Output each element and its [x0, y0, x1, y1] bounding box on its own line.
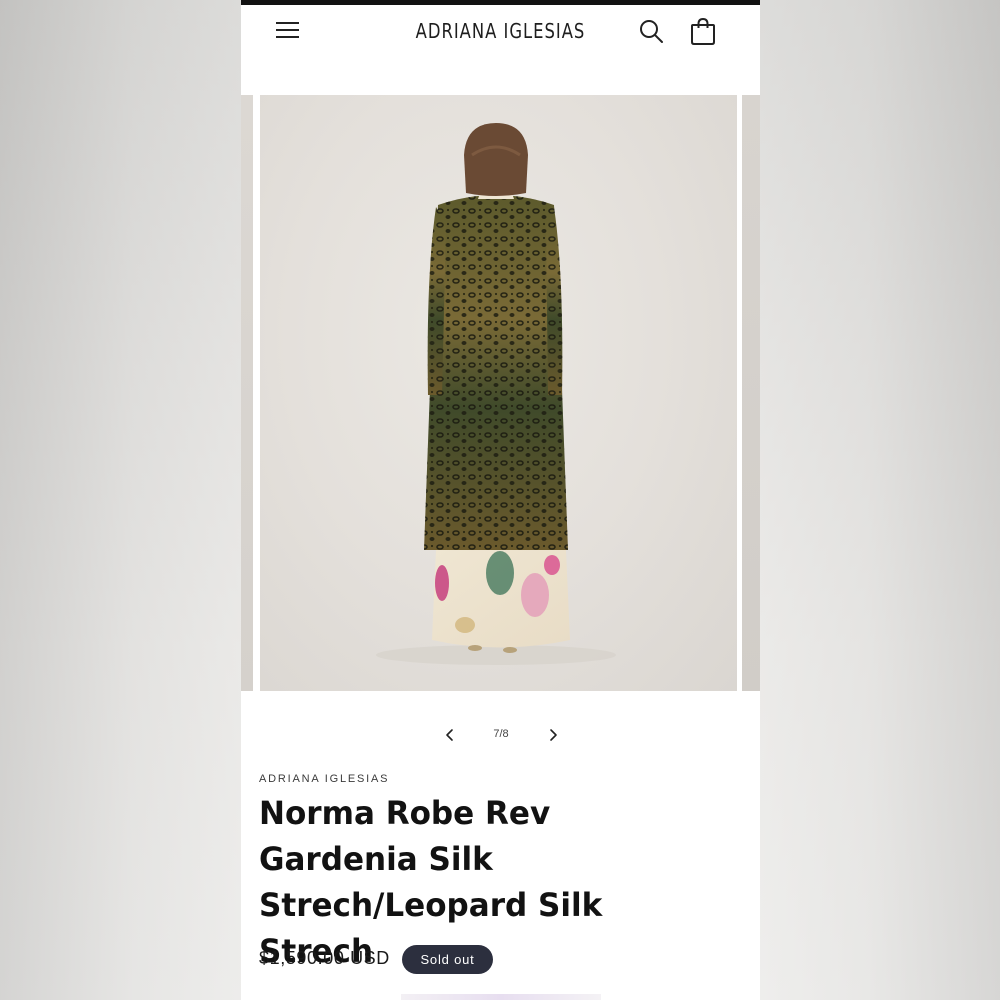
chevron-left-icon[interactable]	[440, 725, 460, 745]
site-header: ADRIANA IGLESIAS	[241, 5, 760, 57]
product-vendor: ADRIANA IGLESIAS	[259, 773, 390, 785]
previous-slide-peek[interactable]	[241, 95, 253, 691]
product-price: $1,590.00 USD	[259, 948, 390, 968]
model-photo	[376, 123, 616, 665]
next-slide-peek[interactable]	[742, 95, 760, 691]
search-icon[interactable]	[637, 17, 665, 45]
product-image-gallery	[241, 95, 760, 691]
next-section-peek	[401, 994, 601, 1000]
gallery-pagination: 7/8	[241, 720, 760, 750]
background-blur-right	[760, 0, 1000, 1000]
shopping-bag-icon[interactable]	[689, 16, 717, 46]
product-title: Norma Robe Rev Gardenia Silk Strech/Leop…	[259, 794, 603, 970]
background-blur-left	[0, 0, 241, 1000]
slide-counter: 7/8	[493, 728, 509, 740]
chevron-right-icon[interactable]	[543, 725, 563, 745]
mobile-page: ADRIANA IGLESIAS 7/8 ADRIANA IGLESIAS No…	[241, 0, 760, 1000]
sold-out-badge: Sold out	[402, 945, 493, 974]
product-image[interactable]	[260, 95, 737, 691]
